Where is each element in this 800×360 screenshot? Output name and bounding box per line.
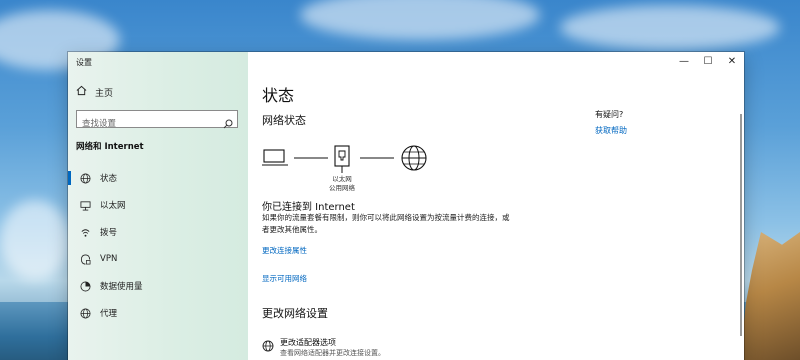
vpn-icon	[78, 252, 92, 266]
sidebar-item-proxy[interactable]: 代理	[68, 302, 248, 324]
sidebar-item-ethernet[interactable]: 以太网	[68, 194, 248, 216]
sidebar-item-vpn[interactable]: VPN	[68, 248, 248, 270]
wallpaper-cloud	[300, 0, 540, 40]
settings-window: 设置 主页 网络和 Internet 状态 以太网	[68, 52, 744, 360]
page-title: 状态	[262, 86, 295, 105]
adapter-options-item[interactable]: 更改适配器选项 查看网络适配器并更改连接设置。	[262, 337, 385, 358]
diagram-labels: 以太网 公用网络	[320, 175, 364, 193]
sidebar-item-label: 以太网	[100, 201, 126, 211]
wallpaper-cloud	[560, 5, 780, 50]
home-icon	[76, 85, 87, 99]
help-question: 有疑问?	[595, 110, 624, 119]
data-usage-icon	[78, 279, 92, 293]
adapter-options-title: 更改适配器选项	[280, 338, 336, 347]
search-box[interactable]	[76, 110, 238, 132]
internet-globe-icon	[401, 145, 427, 171]
sidebar-item-label: 数据使用量	[100, 282, 143, 292]
get-help-link[interactable]: 获取帮助	[595, 125, 627, 136]
sidebar-item-label: 拨号	[100, 228, 118, 238]
ethernet-adapter-icon	[334, 145, 350, 173]
section-title: 网络和 Internet	[76, 142, 144, 152]
change-connection-properties-link[interactable]: 更改连接属性	[262, 245, 307, 256]
connection-status-title: 你已连接到 Internet	[262, 202, 355, 213]
window-title: 设置	[76, 58, 92, 67]
search-icon[interactable]	[223, 114, 233, 129]
scrollbar[interactable]	[740, 114, 742, 336]
close-button[interactable]: ✕	[720, 52, 744, 70]
adapter-options-text: 更改适配器选项 查看网络适配器并更改连接设置。	[280, 337, 385, 358]
dialup-icon	[78, 225, 92, 239]
sidebar-item-label: 代理	[100, 309, 118, 319]
sidebar-item-data-usage[interactable]: 数据使用量	[68, 275, 248, 297]
ethernet-icon	[78, 198, 92, 212]
minimize-button[interactable]: —	[672, 52, 696, 70]
adapter-globe-icon	[262, 337, 274, 358]
wallpaper-cloud	[0, 200, 70, 280]
wallpaper-rock	[740, 232, 800, 360]
sidebar-item-status[interactable]: 状态	[68, 167, 248, 189]
sidebar-item-dialup[interactable]: 拨号	[68, 221, 248, 243]
home-nav-item[interactable]: 主页	[76, 85, 113, 99]
show-available-networks-link[interactable]: 显示可用网络	[262, 273, 307, 284]
connection-status-description: 如果你的流量套餐有限制，则你可以将此网络设置为按流量计费的连接，或者更改其他属性…	[262, 213, 510, 234]
sidebar-item-label: VPN	[100, 254, 118, 264]
window-controls: — ☐ ✕	[672, 52, 744, 70]
change-settings-heading: 更改网络设置	[262, 307, 328, 320]
globe-icon	[78, 306, 92, 320]
adapter-options-description: 查看网络适配器并更改连接设置。	[280, 349, 385, 357]
network-diagram: 以太网 公用网络	[262, 144, 452, 192]
search-input[interactable]	[77, 116, 222, 132]
sidebar: 设置 主页 网络和 Internet 状态 以太网	[68, 52, 248, 360]
network-type-label: 公用网络	[329, 184, 355, 192]
status-globe-icon	[78, 171, 92, 185]
network-status-heading: 网络状态	[262, 114, 306, 127]
adapter-name-label: 以太网	[332, 175, 352, 183]
maximize-button[interactable]: ☐	[696, 52, 720, 70]
home-label: 主页	[95, 88, 114, 99]
computer-icon	[262, 149, 288, 166]
network-diagram-graphic	[262, 145, 427, 173]
main-content: — ☐ ✕ 状态 网络状态 以太网 公用网络 你已连接到 Internet 如果…	[248, 52, 744, 360]
sidebar-item-label: 状态	[100, 174, 118, 184]
